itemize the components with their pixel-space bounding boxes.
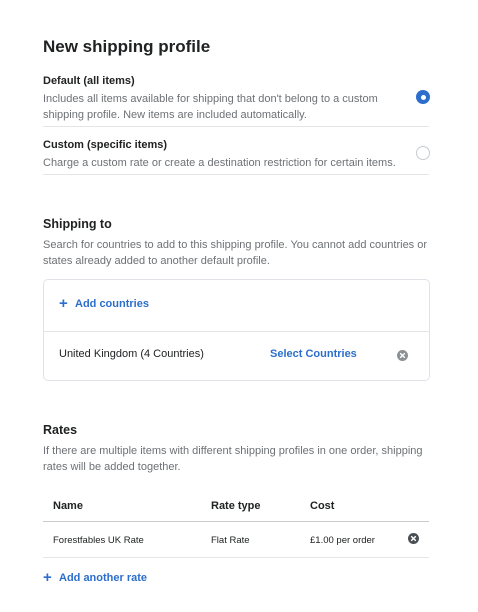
zone-name: United Kingdom (4 Countries) [59, 348, 204, 360]
plus-icon: + [59, 295, 68, 312]
section-description: If there are multiple items with differe… [43, 445, 423, 473]
divider [43, 174, 429, 175]
radio-unselected-icon[interactable] [416, 146, 430, 160]
option-description: Includes all items available for shippin… [43, 93, 378, 121]
column-header-cost: Cost [310, 500, 335, 512]
table-header-divider [43, 521, 429, 522]
profile-option-custom[interactable]: Custom (specific items) Charge a custom … [43, 138, 429, 171]
section-title-rates: Rates [43, 423, 78, 437]
divider [43, 126, 429, 127]
column-header-name: Name [53, 500, 83, 512]
radio-selected-icon[interactable] [416, 90, 430, 104]
add-countries-label: Add countries [75, 297, 149, 310]
section-description: Search for countries to add to this ship… [43, 239, 428, 267]
column-header-rate-type: Rate type [211, 500, 261, 512]
option-description: Charge a custom rate or create a destina… [43, 157, 396, 169]
select-countries-link[interactable]: Select Countries [270, 348, 357, 360]
add-countries-button[interactable]: + Add countries [59, 295, 149, 312]
plus-icon: + [43, 569, 52, 586]
option-title: Default (all items) [43, 75, 135, 87]
option-title: Custom (specific items) [43, 139, 168, 151]
remove-x-icon[interactable] [397, 350, 408, 361]
section-title-shipping-to: Shipping to [43, 217, 112, 231]
rate-type: Flat Rate [211, 535, 250, 546]
divider [43, 557, 429, 558]
add-another-rate-button[interactable]: + Add another rate [43, 569, 147, 586]
divider [44, 331, 429, 332]
profile-option-default[interactable]: Default (all items) Includes all items a… [43, 74, 429, 123]
rate-cost: £1.00 per order [310, 535, 375, 546]
rate-name: Forestfables UK Rate [53, 535, 144, 546]
remove-x-icon[interactable] [408, 533, 419, 544]
add-another-rate-label: Add another rate [59, 571, 148, 584]
page-title: New shipping profile [43, 37, 211, 56]
shipping-zones-card: + Add countries United Kingdom (4 Countr… [43, 279, 430, 381]
